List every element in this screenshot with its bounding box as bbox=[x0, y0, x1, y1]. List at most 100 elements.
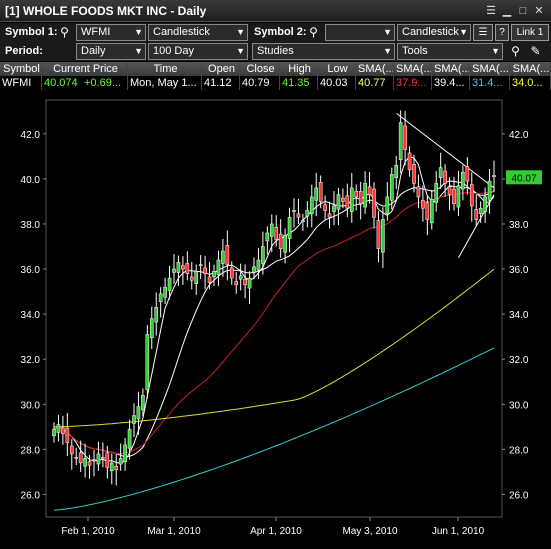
candle-up[interactable] bbox=[461, 171, 465, 190]
candle-up[interactable] bbox=[123, 444, 127, 463]
chart-canvas[interactable]: 26.0 26.0 28.0 28.0 30.0 30.0 32.0 32.0 34.0 34.0… bbox=[0, 92, 551, 549]
candle-up[interactable] bbox=[132, 415, 136, 424]
candle-up[interactable] bbox=[349, 187, 354, 212]
candle-up[interactable] bbox=[314, 187, 319, 201]
candle-down[interactable] bbox=[105, 452, 110, 468]
candle-up[interactable] bbox=[252, 266, 256, 273]
candle-down[interactable] bbox=[341, 197, 345, 202]
candle-up[interactable] bbox=[483, 196, 487, 212]
candle-down[interactable] bbox=[376, 220, 381, 250]
candle-up[interactable] bbox=[158, 293, 163, 302]
candle-down[interactable] bbox=[92, 459, 96, 461]
candle-down[interactable] bbox=[114, 466, 119, 470]
candle-up[interactable] bbox=[176, 262, 181, 273]
symbol1-input[interactable]: WFMI ▼ bbox=[76, 24, 146, 41]
candle-up[interactable] bbox=[136, 406, 141, 420]
candle-down[interactable] bbox=[318, 182, 323, 202]
candle-up[interactable] bbox=[194, 271, 199, 284]
tools-icon[interactable]: ✎ bbox=[527, 43, 544, 60]
candle-up[interactable] bbox=[363, 183, 367, 208]
symbol2-search-icon[interactable]: ⚲ bbox=[305, 24, 322, 41]
chart-type2-select[interactable]: Candlestick ▼ bbox=[397, 24, 471, 41]
candle-up[interactable] bbox=[221, 250, 225, 264]
candle-up[interactable] bbox=[336, 194, 341, 210]
menu-icon[interactable]: ☰ bbox=[484, 4, 498, 18]
candle-up[interactable] bbox=[127, 428, 132, 449]
studies-select[interactable]: Studies ▼ bbox=[252, 43, 395, 60]
candle-down[interactable] bbox=[358, 191, 363, 204]
candle-down[interactable] bbox=[243, 278, 247, 286]
zoom-icon[interactable]: ⚲ bbox=[507, 43, 524, 60]
candle-up[interactable] bbox=[398, 122, 403, 160]
candle-down[interactable] bbox=[203, 267, 207, 274]
candle-up[interactable] bbox=[167, 277, 172, 291]
candle-down[interactable] bbox=[181, 265, 185, 270]
candle-down[interactable] bbox=[296, 213, 301, 218]
candle-down[interactable] bbox=[61, 427, 65, 434]
candle-down[interactable] bbox=[189, 276, 194, 281]
candle-up[interactable] bbox=[389, 174, 394, 201]
link-button[interactable]: Link 1 bbox=[511, 24, 549, 41]
candle-down[interactable] bbox=[469, 184, 474, 207]
help-button[interactable]: ? bbox=[495, 24, 509, 41]
candle-down[interactable] bbox=[74, 457, 79, 459]
candle-up[interactable] bbox=[149, 318, 154, 339]
candle-up[interactable] bbox=[438, 167, 443, 179]
candle-up[interactable] bbox=[287, 216, 292, 239]
candle-down[interactable] bbox=[207, 276, 212, 283]
candle-down[interactable] bbox=[403, 125, 407, 150]
range-select[interactable]: 100 Day ▼ bbox=[148, 43, 248, 60]
period-select[interactable]: Daily ▼ bbox=[76, 43, 146, 60]
candle-down[interactable] bbox=[101, 457, 105, 459]
candle-down[interactable] bbox=[421, 200, 425, 209]
chart-type1-select[interactable]: Candlestick ▼ bbox=[148, 24, 248, 41]
candle-up[interactable] bbox=[265, 232, 270, 242]
candle-up[interactable] bbox=[305, 210, 310, 217]
maximize-icon[interactable]: □ bbox=[516, 4, 530, 18]
candle-down[interactable] bbox=[474, 209, 479, 220]
candle-down[interactable] bbox=[367, 186, 372, 195]
symbol2-input[interactable]: ▼ bbox=[325, 24, 395, 41]
candle-up[interactable] bbox=[394, 165, 399, 179]
candle-up[interactable] bbox=[478, 207, 483, 215]
candle-up[interactable] bbox=[456, 185, 461, 208]
candle-down[interactable] bbox=[274, 227, 279, 241]
candle-down[interactable] bbox=[447, 186, 452, 195]
candle-down[interactable] bbox=[407, 152, 412, 171]
candle-down[interactable] bbox=[225, 245, 230, 265]
candle-up[interactable] bbox=[247, 277, 252, 289]
candle-up[interactable] bbox=[109, 462, 114, 472]
candle-down[interactable] bbox=[354, 191, 359, 198]
candle-up[interactable] bbox=[141, 395, 145, 411]
candle-up[interactable] bbox=[216, 259, 221, 275]
candle-up[interactable] bbox=[56, 424, 61, 433]
candle-down[interactable] bbox=[492, 175, 496, 177]
candle-down[interactable] bbox=[372, 188, 376, 218]
candle-down[interactable] bbox=[87, 461, 92, 466]
candle-up[interactable] bbox=[96, 453, 101, 465]
candle-up[interactable] bbox=[83, 458, 87, 467]
candle-up[interactable] bbox=[145, 334, 150, 390]
candle-down[interactable] bbox=[465, 166, 470, 182]
candle-up[interactable] bbox=[283, 234, 287, 253]
candle-down[interactable] bbox=[412, 163, 416, 184]
candle-down[interactable] bbox=[78, 452, 83, 464]
candle-up[interactable] bbox=[292, 210, 296, 212]
tools-select[interactable]: Tools ▼ bbox=[397, 43, 503, 60]
candle-up[interactable] bbox=[256, 259, 261, 271]
candle-up[interactable] bbox=[118, 458, 123, 465]
candle-up[interactable] bbox=[52, 428, 56, 437]
candle-up[interactable] bbox=[429, 198, 434, 224]
candle-up[interactable] bbox=[332, 205, 336, 212]
candle-down[interactable] bbox=[69, 445, 74, 455]
candle-up[interactable] bbox=[172, 268, 176, 273]
candle-up[interactable] bbox=[434, 183, 439, 203]
candle-down[interactable] bbox=[323, 204, 327, 211]
candle-down[interactable] bbox=[327, 213, 332, 218]
symbol1-search-icon[interactable]: ⚲ bbox=[56, 24, 73, 41]
candle-up[interactable] bbox=[385, 196, 390, 215]
candle-up[interactable] bbox=[487, 180, 492, 201]
candle-down[interactable] bbox=[452, 188, 456, 204]
candle-up[interactable] bbox=[198, 264, 203, 266]
candle-down[interactable] bbox=[65, 427, 70, 443]
